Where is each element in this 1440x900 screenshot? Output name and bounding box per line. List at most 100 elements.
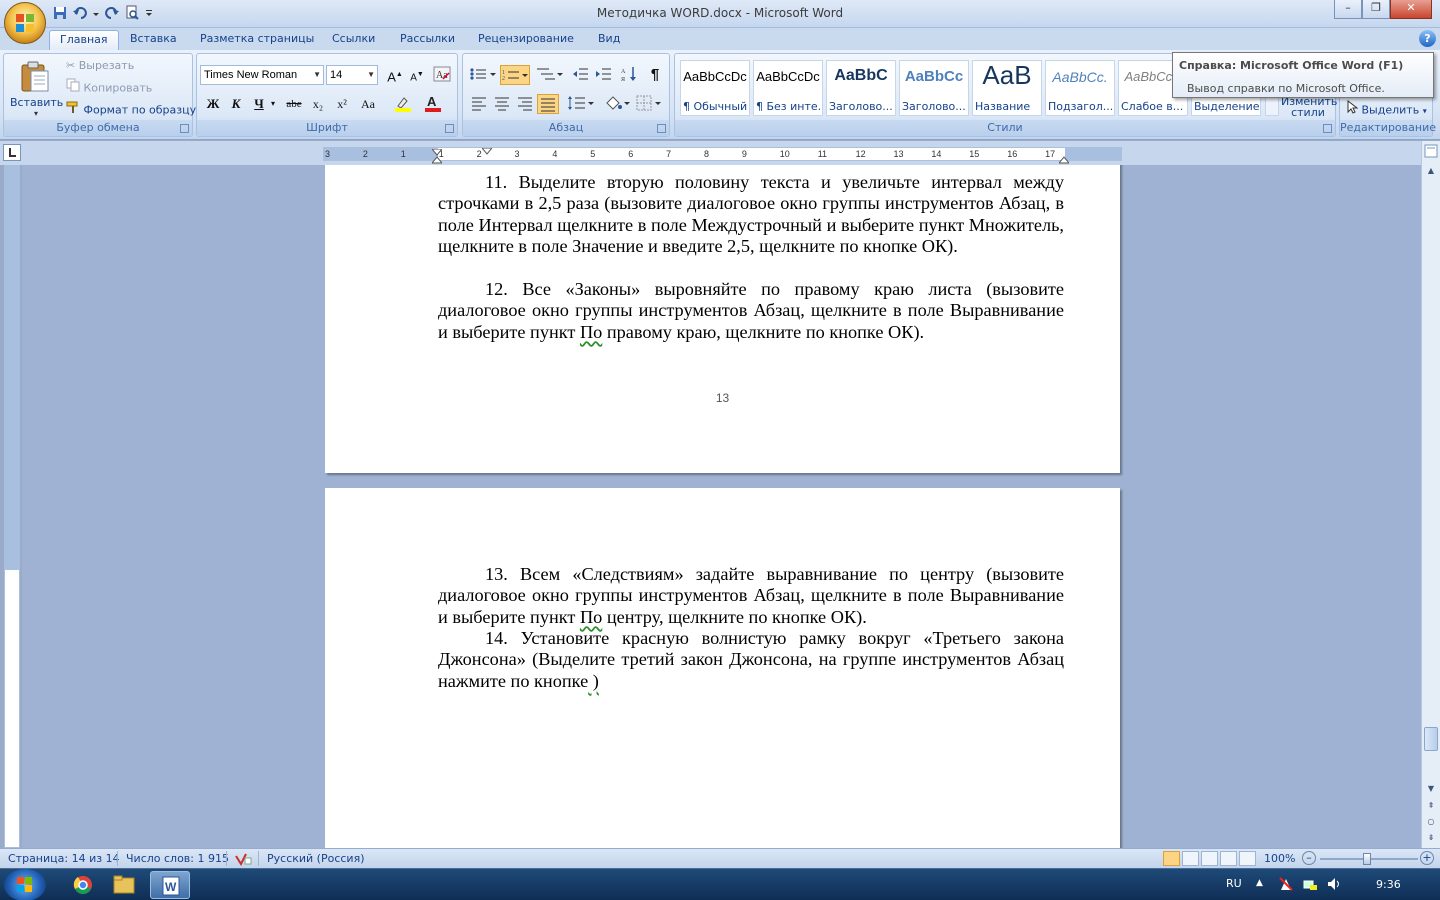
superscript-button[interactable]: x²	[331, 94, 353, 114]
paragraph-11[interactable]: 11. Выделите вторую половину текста и ув…	[438, 172, 1064, 258]
next-page-icon[interactable]: ⇟	[1423, 830, 1439, 846]
clear-formatting-button[interactable]: Aa	[431, 65, 453, 85]
vertical-ruler[interactable]	[4, 165, 20, 848]
style-heading-1[interactable]: AaBbC Заголово...	[826, 60, 896, 116]
change-case-button[interactable]: Aa	[357, 94, 379, 114]
view-ruler-toggle-icon[interactable]	[1423, 144, 1439, 160]
bullets-button[interactable]	[467, 65, 497, 85]
paragraph-12[interactable]: 12. Все «Законы» выровняйте по правому к…	[438, 279, 1064, 343]
style-normal[interactable]: AaBbCcDc ¶ Обычный	[680, 60, 750, 116]
font-name-combo[interactable]: Times New Roman ▼	[200, 65, 324, 85]
strikethrough-button[interactable]: abe	[283, 94, 305, 114]
network-icon[interactable]	[1302, 876, 1318, 895]
zoom-slider-thumb[interactable]	[1363, 853, 1371, 865]
subscript-button[interactable]: x₂	[307, 94, 329, 114]
explorer-taskbar-button[interactable]	[104, 871, 144, 899]
underline-button[interactable]: Ч	[248, 94, 270, 114]
paragraph-14[interactable]: 14. Установите красную волнистую рамку в…	[438, 628, 1064, 692]
paragraph-dialog-launcher[interactable]	[657, 124, 666, 133]
language-indicator[interactable]: Русский (Россия)	[267, 852, 365, 865]
page-13[interactable]: 11. Выделите вторую половину текста и ув…	[325, 165, 1120, 473]
shading-button[interactable]	[603, 94, 631, 114]
outline-view-icon[interactable]	[1220, 851, 1237, 866]
tab-insert[interactable]: Вставка	[120, 30, 187, 50]
show-hidden-icons-icon[interactable]: ▲	[1256, 878, 1263, 888]
previous-page-icon[interactable]: ⇞	[1423, 798, 1439, 814]
increase-indent-button[interactable]	[592, 65, 614, 85]
close-button[interactable]: ✕	[1390, 0, 1432, 19]
tab-mailings[interactable]: Рассылки	[390, 30, 465, 50]
style-heading-2[interactable]: AaBbCc Заголово...	[899, 60, 969, 116]
horizontal-ruler[interactable]: 3 2 1 1 2 3 4 5 6 7 8 9 10 11 12 13 14 15 16 17	[323, 146, 1122, 164]
underline-dropdown-icon[interactable]: ▾	[268, 94, 278, 114]
tab-references[interactable]: Ссылки	[322, 30, 385, 50]
font-color-button[interactable]: A	[422, 94, 444, 114]
sort-button[interactable]: АЯ	[618, 65, 640, 85]
document-area[interactable]: 11. Выделите вторую половину текста и ув…	[22, 165, 1421, 848]
italic-button[interactable]: К	[225, 94, 247, 114]
page-14[interactable]: 13. Всем «Следствиям» задайте выравниван…	[325, 488, 1120, 848]
change-styles-button[interactable]: Изменить стили	[1281, 96, 1337, 118]
style-subtitle[interactable]: AaBbCc. Подзагол...	[1045, 60, 1115, 116]
align-center-button[interactable]	[491, 94, 513, 114]
font-size-combo[interactable]: 14 ▼	[326, 65, 378, 85]
page-count[interactable]: Страница: 14 из 14	[8, 852, 120, 865]
zoom-level[interactable]: 100%	[1264, 852, 1295, 865]
scroll-thumb[interactable]	[1424, 727, 1438, 751]
proofing-icon[interactable]	[234, 852, 252, 869]
font-dialog-launcher[interactable]	[445, 124, 454, 133]
draft-view-icon[interactable]	[1239, 851, 1256, 866]
format-painter-button[interactable]: Формат по образцу	[66, 100, 196, 120]
vertical-scrollbar[interactable]: ▲ ▼ ⇞ ○ ⇟	[1421, 141, 1440, 848]
styles-dialog-launcher[interactable]	[1323, 124, 1332, 133]
chrome-taskbar-button[interactable]	[63, 871, 103, 899]
multilevel-list-button[interactable]	[534, 65, 564, 85]
word-count[interactable]: Число слов: 1 915	[126, 852, 229, 865]
zoom-in-icon[interactable]: +	[1420, 851, 1434, 865]
bold-button[interactable]: Ж	[202, 94, 224, 114]
right-indent-marker[interactable]	[1057, 154, 1071, 164]
paste-button[interactable]: Вставить ▾	[10, 57, 63, 119]
tab-selector-button[interactable]	[3, 144, 21, 161]
grow-font-button[interactable]: A▲	[384, 65, 406, 85]
align-right-button[interactable]	[514, 94, 536, 114]
scroll-down-icon[interactable]: ▼	[1423, 781, 1439, 797]
line-spacing-button[interactable]	[567, 94, 595, 114]
justify-button[interactable]	[537, 94, 559, 114]
clock[interactable]: 9:36	[1376, 878, 1401, 891]
full-screen-reading-view-icon[interactable]	[1182, 851, 1199, 866]
tab-review[interactable]: Рецензирование	[468, 30, 584, 50]
shrink-font-button[interactable]: A▼	[406, 65, 428, 85]
minimize-button[interactable]: –	[1334, 0, 1362, 19]
decrease-indent-button[interactable]	[569, 65, 591, 85]
help-icon[interactable]: ?	[1419, 30, 1436, 47]
cut-button[interactable]: ✂ Вырезать	[66, 56, 134, 76]
office-button[interactable]	[4, 2, 46, 44]
numbering-button[interactable]: 12	[500, 65, 530, 85]
scroll-up-icon[interactable]: ▲	[1423, 163, 1439, 179]
highlight-button[interactable]	[392, 94, 414, 114]
style-no-spacing[interactable]: AaBbCcDc ¶ Без инте...	[753, 60, 823, 116]
maximize-button[interactable]: ❐	[1362, 0, 1390, 19]
zoom-out-icon[interactable]: –	[1302, 851, 1316, 865]
start-button[interactable]	[4, 869, 46, 900]
tab-page-layout[interactable]: Разметка страницы	[190, 30, 324, 50]
left-indent-marker[interactable]	[430, 154, 444, 164]
volume-icon[interactable]	[1326, 876, 1342, 895]
tab-view[interactable]: Вид	[588, 30, 630, 50]
print-layout-view-icon[interactable]	[1163, 851, 1180, 866]
select-button[interactable]: Выделить ▾	[1346, 99, 1427, 120]
show-marks-button[interactable]: ¶	[644, 65, 666, 85]
web-layout-view-icon[interactable]	[1201, 851, 1218, 866]
hanging-indent-marker[interactable]	[480, 146, 494, 155]
word-taskbar-button[interactable]: W	[150, 871, 190, 899]
borders-button[interactable]	[635, 94, 663, 114]
copy-button[interactable]: Копировать	[66, 78, 152, 98]
action-center-icon[interactable]	[1278, 876, 1294, 895]
style-title[interactable]: AaB Название	[972, 60, 1042, 116]
input-language[interactable]: RU	[1226, 877, 1242, 890]
clipboard-dialog-launcher[interactable]	[180, 124, 189, 133]
align-left-button[interactable]	[468, 94, 490, 114]
paragraph-13[interactable]: 13. Всем «Следствиям» задайте выравниван…	[438, 564, 1064, 628]
tab-home[interactable]: Главная	[49, 30, 119, 50]
